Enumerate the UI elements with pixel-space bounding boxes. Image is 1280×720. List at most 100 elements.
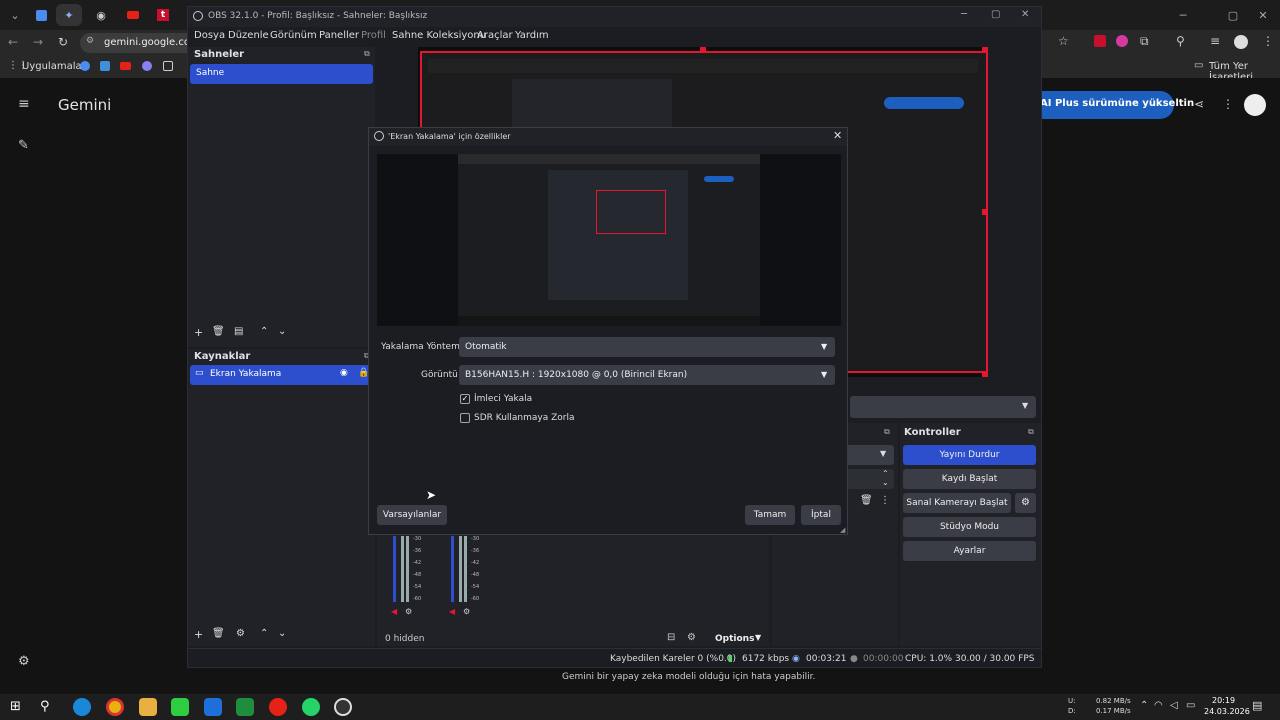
scene-down-icon[interactable]: ⌄	[278, 326, 286, 337]
mixer-options-button[interactable]: Options	[715, 634, 754, 644]
force-sdr-checkbox[interactable]	[460, 413, 470, 423]
capture-method-select[interactable]: Otomatik ▼	[459, 337, 835, 357]
menu-yardim[interactable]: Yardım	[515, 30, 549, 41]
display-select[interactable]: B156HAN15.H : 1920x1080 @ 0,0 (Birincil …	[459, 365, 835, 385]
account-avatar[interactable]	[1244, 94, 1266, 116]
wifi-icon[interactable]: ◠	[1154, 700, 1163, 711]
menu-sahne-koleksiyonu[interactable]: Sahne Koleksiyonu	[392, 30, 486, 41]
extensions-puzzle-icon[interactable]: ⧉	[1140, 34, 1149, 49]
resize-handle-top-right[interactable]	[982, 47, 988, 53]
remove-scene-icon[interactable]: 🗑	[212, 326, 225, 337]
options-chevron-icon[interactable]: ▼	[755, 633, 761, 642]
bookmark-icon-1[interactable]	[80, 61, 90, 71]
menu-profil[interactable]: Profil	[361, 30, 386, 41]
volume-icon[interactable]: ◁	[1170, 700, 1178, 711]
transition-more-icon[interactable]: ⋮	[880, 495, 890, 506]
remove-transition-icon[interactable]: 🗑	[860, 495, 873, 506]
reading-list-icon[interactable]: ≡	[1210, 34, 1220, 48]
address-bar[interactable]: ⚙ gemini.google.com/	[80, 33, 203, 53]
extension-icon-2[interactable]	[1116, 35, 1128, 47]
source-down-icon[interactable]: ⌄	[278, 628, 286, 639]
bookmark-icon-2[interactable]	[100, 61, 110, 71]
menu-paneller[interactable]: Paneller	[319, 30, 359, 41]
volume-slider-2[interactable]	[451, 536, 454, 602]
bookmark-icon-3[interactable]	[142, 61, 152, 71]
bookmark-star-icon[interactable]: ☆	[1058, 34, 1069, 48]
upgrade-button[interactable]: AI Plus sürümüne yükseltin	[1030, 91, 1194, 119]
duration-up-icon[interactable]: ⌃	[882, 469, 889, 478]
new-chat-icon[interactable]: ✎	[18, 138, 29, 153]
back-icon[interactable]: ←	[8, 35, 18, 49]
mixer-settings-icon-1[interactable]: ⚙	[405, 607, 412, 616]
cancel-button[interactable]: İptal	[801, 505, 841, 525]
share-icon[interactable]: ⋖	[1194, 97, 1204, 111]
scene-filter-icon[interactable]: ▤	[234, 326, 243, 337]
mixer-settings-icon-2[interactable]: ⚙	[463, 607, 470, 616]
settings-button[interactable]: Ayarlar	[903, 541, 1036, 561]
studio-mode-button[interactable]: Stüdyo Modu	[903, 517, 1036, 537]
mute-icon-2[interactable]: ◀	[449, 607, 455, 616]
resize-handle-top[interactable]	[700, 47, 706, 53]
start-virtual-cam-button[interactable]: Sanal Kamerayı Başlat	[903, 493, 1011, 513]
remove-source-icon[interactable]: 🗑	[212, 628, 225, 639]
tab-search-icon[interactable]: ⌄	[2, 4, 28, 26]
scenes-undock-icon[interactable]: ⧉	[364, 49, 370, 59]
canvas-select[interactable]: ▼	[850, 396, 1036, 418]
controls-undock-icon[interactable]: ⧉	[1028, 427, 1034, 437]
ok-button[interactable]: Tamam	[745, 505, 795, 525]
duration-down-icon[interactable]: ⌄	[882, 478, 889, 487]
hamburger-menu-icon[interactable]: ≡	[18, 96, 30, 112]
scene-up-icon[interactable]: ⌃	[260, 326, 268, 337]
extension-icon-1[interactable]	[1094, 35, 1106, 47]
add-source-icon[interactable]: +	[194, 628, 203, 641]
stop-stream-button[interactable]: Yayını Durdur	[903, 445, 1036, 465]
resize-handle-right[interactable]	[982, 209, 988, 215]
reload-icon[interactable]: ↻	[58, 35, 68, 49]
tab-favicon-youtube[interactable]	[120, 4, 146, 26]
tray-chevron-icon[interactable]: ⌃	[1140, 700, 1148, 711]
menu-duzenle[interactable]: Düzenle	[228, 30, 269, 41]
menu-dosya[interactable]: Dosya	[194, 30, 225, 41]
settings-gear-icon[interactable]: ⚙	[18, 654, 30, 669]
clock-time[interactable]: 20:19	[1212, 696, 1235, 705]
start-record-button[interactable]: Kaydı Başlat	[903, 469, 1036, 489]
dialog-close-icon[interactable]: ✕	[833, 129, 842, 142]
virtual-cam-settings-gear-icon[interactable]: ⚙	[1015, 493, 1036, 513]
tab-favicon-gemini[interactable]: ✦	[56, 4, 82, 26]
more-vert-icon[interactable]: ⋮	[1222, 97, 1234, 111]
tab-favicon-t[interactable]: t	[150, 4, 176, 26]
youtube-music-icon[interactable]	[269, 698, 287, 716]
file-explorer-icon[interactable]	[139, 698, 157, 716]
mixer-layout-icon[interactable]: ⊟	[667, 632, 675, 643]
start-windows-icon[interactable]: ⊞	[10, 699, 21, 714]
resize-grip-icon[interactable]: ◢	[840, 526, 845, 534]
edge-icon[interactable]	[73, 698, 91, 716]
obs-close-icon[interactable]: ✕	[1021, 9, 1029, 20]
source-properties-gear-icon[interactable]: ⚙	[236, 628, 245, 639]
close-icon[interactable]: ✕	[1250, 4, 1276, 26]
chrome-icon[interactable]	[106, 698, 124, 716]
bookmark-icon-4[interactable]	[163, 61, 173, 71]
word-icon[interactable]	[204, 698, 222, 716]
excel-icon[interactable]	[236, 698, 254, 716]
tab-favicon-3[interactable]: ◉	[88, 4, 114, 26]
obs-taskbar-icon[interactable]	[334, 698, 352, 716]
volume-slider-1[interactable]	[393, 536, 396, 602]
maximize-icon[interactable]: ▢	[1220, 4, 1246, 26]
mixer-advanced-icon[interactable]: ⚙	[687, 632, 696, 643]
forward-icon[interactable]: →	[33, 35, 43, 49]
add-scene-icon[interactable]: +	[194, 326, 203, 339]
obs-maximize-icon[interactable]: ▢	[991, 9, 1000, 20]
resize-handle-bottom-right[interactable]	[982, 371, 988, 377]
transitions-undock-icon[interactable]: ⧉	[884, 427, 890, 437]
source-list-item[interactable]: ▭ Ekran Yakalama ◉ 🔒	[190, 365, 373, 385]
notifications-icon[interactable]: ▤	[1252, 699, 1262, 712]
app-clover-icon[interactable]	[171, 698, 189, 716]
profile-avatar[interactable]	[1234, 35, 1248, 49]
source-up-icon[interactable]: ⌃	[260, 628, 268, 639]
menu-gorunum[interactable]: Görünüm	[270, 30, 317, 41]
visibility-eye-icon[interactable]: ◉	[340, 368, 348, 378]
tab-favicon-1[interactable]	[28, 4, 54, 26]
mute-icon-1[interactable]: ◀	[391, 607, 397, 616]
menu-araclar[interactable]: Araçlar	[477, 30, 513, 41]
